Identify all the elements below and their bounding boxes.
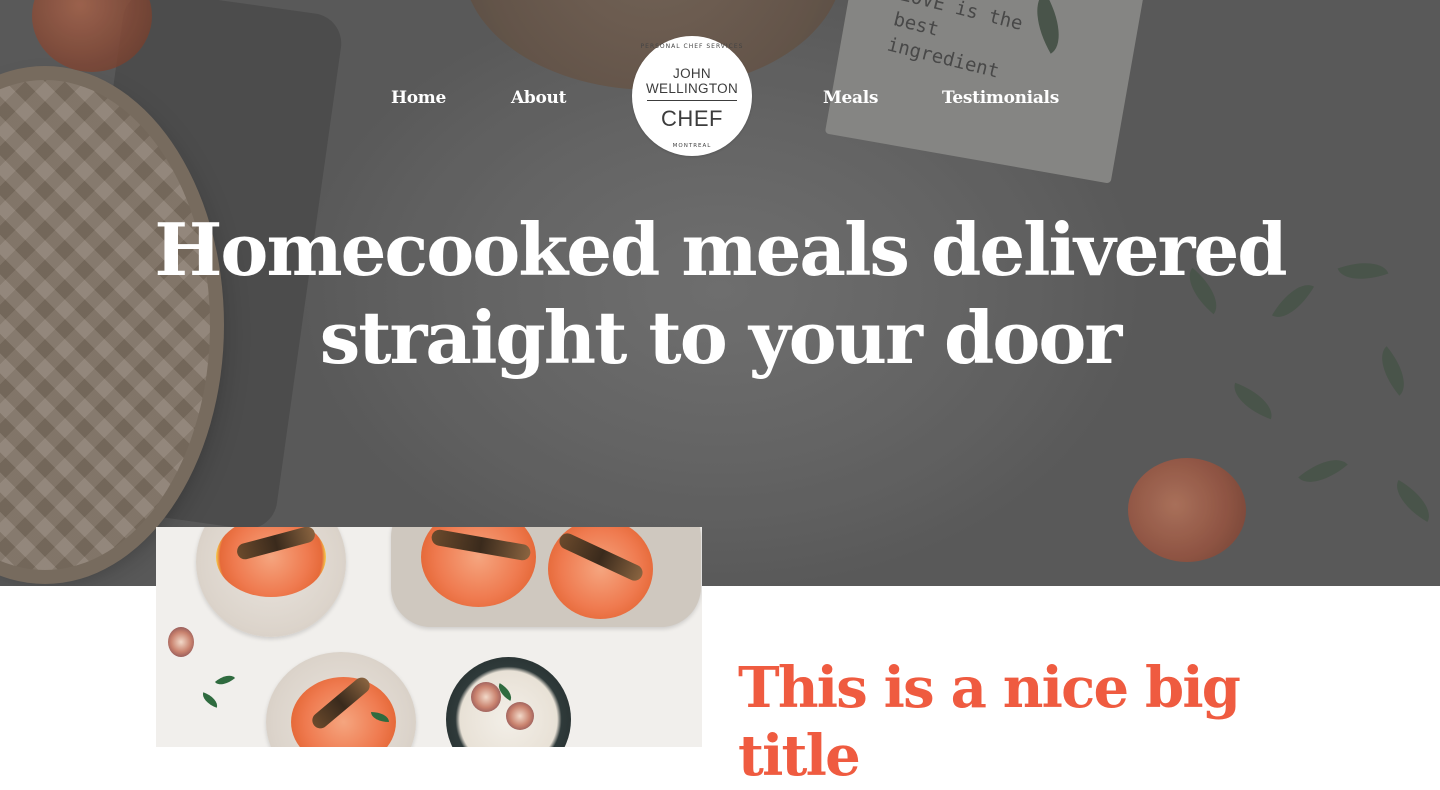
logo-chef: CHEF — [661, 106, 723, 131]
hero-title: Homecooked meals delivered straight to y… — [154, 207, 1287, 380]
nav-link-home[interactable]: Home — [391, 88, 446, 108]
logo[interactable]: PERSONAL CHEF SERVICES JOHN WELLINGTON C… — [632, 36, 752, 156]
hero-section: LOVE is the best ingredient Home About P… — [0, 0, 1440, 586]
logo-name-first: JOHN — [673, 66, 711, 81]
logo-name-last: WELLINGTON — [645, 81, 738, 96]
section-title: This is a nice big title — [738, 655, 1241, 789]
logo-tagline: PERSONAL CHEF SERVICES — [640, 43, 744, 50]
food-photo — [156, 527, 702, 747]
logo-name: JOHN WELLINGTON — [632, 66, 752, 96]
logo-location: MONTREAL — [672, 143, 712, 149]
nav-link-about[interactable]: About — [511, 88, 566, 108]
nav-link-testimonials[interactable]: Testimonials — [942, 88, 1059, 108]
nav-link-meals[interactable]: Meals — [823, 88, 878, 108]
logo-divider — [647, 100, 737, 101]
